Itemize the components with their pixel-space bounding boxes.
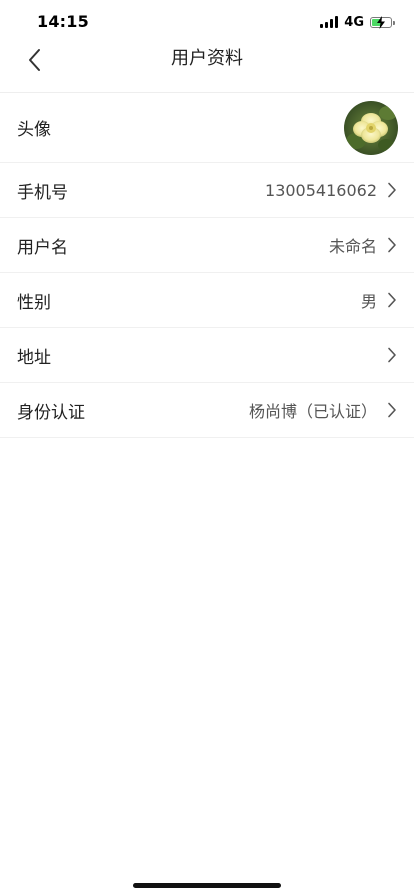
profile-row-username[interactable]: 用户名 未命名 (0, 218, 414, 273)
chevron-right-icon (387, 292, 397, 308)
profile-row-identity[interactable]: 身份认证 杨尚博（已认证） (0, 383, 414, 438)
identity-value: 杨尚博（已认证） (248, 402, 377, 421)
gender-label: 性别 (17, 292, 51, 313)
page-title-text: 用户资料 (171, 48, 243, 69)
home-indicator[interactable] (133, 883, 281, 888)
chevron-right-icon (387, 402, 397, 418)
profile-list: 头像 手机号 13005416062 用户名 未命名 性别 男 地址 身份认证 … (0, 93, 414, 438)
status-bar: 14:15 4G (0, 0, 414, 44)
nav-bar: 用户资料 (0, 44, 414, 93)
signal-icon (320, 16, 339, 28)
gender-value: 男 (360, 292, 377, 311)
username-value: 未命名 (328, 237, 377, 256)
back-button[interactable] (14, 40, 54, 80)
network-type: 4G (344, 14, 364, 30)
profile-row-address[interactable]: 地址 (0, 328, 414, 383)
status-indicators: 4G (320, 14, 395, 30)
chevron-right-icon (387, 347, 397, 363)
page-title: 用户资料 (0, 44, 414, 92)
identity-label: 身份认证 (17, 402, 85, 423)
avatar[interactable] (344, 100, 398, 155)
yellow-flower-avatar-image (344, 100, 398, 155)
address-label: 地址 (17, 347, 51, 368)
chevron-left-icon (29, 49, 40, 71)
profile-row-phone[interactable]: 手机号 13005416062 (0, 163, 414, 218)
charging-bolt-icon (377, 15, 385, 29)
chevron-right-icon (387, 182, 397, 198)
username-label: 用户名 (17, 237, 68, 258)
battery-icon (370, 15, 395, 29)
profile-row-avatar[interactable]: 头像 (0, 93, 414, 163)
chevron-right-icon (387, 237, 397, 253)
status-time: 14:15 (37, 12, 89, 31)
profile-row-gender[interactable]: 性别 男 (0, 273, 414, 328)
phone-label: 手机号 (17, 182, 68, 203)
avatar-label: 头像 (17, 120, 51, 140)
phone-value: 13005416062 (265, 180, 377, 200)
